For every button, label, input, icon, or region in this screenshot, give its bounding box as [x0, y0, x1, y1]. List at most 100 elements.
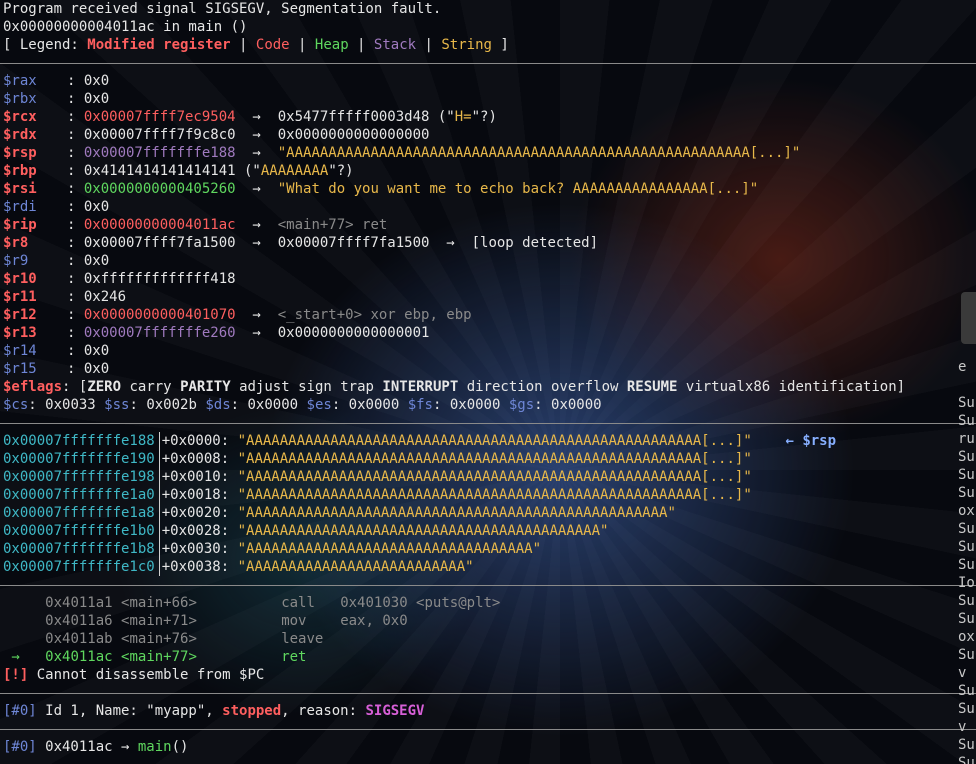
register-colon: :: [67, 325, 84, 341]
segment-value: 0x0000: [551, 397, 602, 413]
trace-line: [#0] 0x4011ac → main(): [3, 739, 189, 755]
register-value: →: [235, 217, 278, 233]
error-tag: [!]: [3, 667, 29, 683]
thread-state: stopped: [222, 703, 282, 719]
register-row: $r14: 0x0: [3, 342, 963, 360]
legend-heap: Heap: [314, 37, 349, 53]
code-current-arrow: [3, 631, 28, 647]
stack-offset: +0x0038: [161, 559, 221, 575]
register-row: $rdx: 0x00007ffff7f9c8c0 → 0x00000000000…: [3, 126, 963, 144]
register-name: $r8: [3, 235, 29, 251]
stack-row: 0x00007fffffffe1b8 +0x0030: "AAAAAAAAAAAA…: [3, 540, 542, 558]
stack-row: 0x00007fffffffe188 +0x0000: "AAAAAAAAAAAA…: [3, 432, 837, 450]
stack-value: "AAAAAAAAAAAAAAAAAAAAAAAAAAAAAAAAAAAAAAA…: [237, 469, 752, 485]
register-colon: :: [67, 253, 84, 269]
register-name: $rsp: [3, 145, 37, 161]
side-pane-line: Su: [958, 539, 975, 555]
register-colon: :: [67, 289, 84, 305]
register-name: $r10: [3, 271, 37, 287]
code-panel: 0x4011a1 <main+66> call 0x401030 <puts@p…: [3, 594, 963, 666]
eflag: overflow: [551, 379, 619, 395]
register-row: $rbx: 0x0: [3, 90, 963, 108]
segment-value: 0x0000: [449, 397, 501, 413]
side-pane-line: Su: [958, 647, 975, 663]
segment-name: $cs: [3, 397, 29, 413]
stack-offset: +0x0020: [161, 505, 221, 521]
register-colon: :: [67, 181, 84, 197]
register-colon: :: [67, 163, 84, 179]
segment-registers: $cs: 0x0033 $ss: 0x002b $ds: 0x0000 $es:…: [3, 397, 602, 413]
legend-open: [ Legend:: [3, 37, 88, 53]
register-row: $rdi: 0x0: [3, 198, 963, 216]
register-row: $rcx: 0x00007ffff7ec9504 → 0x5477fffff00…: [3, 108, 963, 126]
register-value: 0x00007fffffffe260: [83, 325, 236, 341]
legend-code: Code: [255, 37, 290, 53]
register-value: 0x00007ffff7f9c8c0 → 0x0000000000000000: [83, 127, 430, 143]
register-row: $rip: 0x00000000004011ac → <main+77> ret: [3, 216, 963, 234]
register-colon: :: [67, 199, 84, 215]
side-pane-line: v: [958, 719, 967, 735]
register-row: $r13: 0x00007fffffffe260 → 0x00000000000…: [3, 324, 963, 342]
thread-line: [#0] Id 1, Name: "myapp", stopped, reaso…: [3, 703, 425, 719]
gef-terminal-output: Program received signal SIGSEGV, Segment…: [0, 0, 976, 756]
register-row: $r8: 0x00007ffff7fa1500 → 0x00007ffff7fa…: [3, 234, 963, 252]
register-row: $rax: 0x0: [3, 72, 963, 90]
register-colon: :: [67, 235, 84, 251]
side-pane-line: ox: [958, 629, 975, 645]
register-value: <_start+0> xor ebp, ebp: [277, 307, 472, 323]
legend: [ Legend: Modified register | Code | Hea…: [3, 37, 509, 53]
stack-address: 0x00007fffffffe198: [3, 469, 155, 485]
register-row: $r12: 0x0000000000401070 → <_start+0> xo…: [3, 306, 963, 324]
section-divider-threads: [0, 684, 976, 702]
code-symbol: <main+71>: [121, 613, 282, 629]
stack-offset: +0x0008: [161, 451, 221, 467]
code-mnemonic: leave: [281, 631, 341, 647]
segment-value: 0x0000: [247, 397, 299, 413]
register-colon: :: [67, 217, 84, 233]
trace-index: [#0]: [3, 739, 37, 755]
side-pane-line: Su: [958, 611, 975, 627]
register-colon: :: [67, 73, 84, 89]
register-value: "?): [328, 163, 354, 179]
stack-row: 0x00007fffffffe1a8 +0x0020: "AAAAAAAAAAAA…: [3, 504, 676, 522]
register-value: 0x00007ffff7ec9504: [83, 109, 236, 125]
register-name: $rdx: [3, 127, 37, 143]
eflag: virtualx86: [685, 379, 771, 395]
side-pane-line: Su: [958, 683, 975, 699]
stack-address: 0x00007fffffffe190: [3, 451, 155, 467]
eflag: ZERO: [87, 379, 122, 395]
segment-value: 0x0000: [348, 397, 400, 413]
stack-note: ← $rsp: [785, 433, 837, 449]
eflag: direction: [466, 379, 543, 395]
stack-row: 0x00007fffffffe1a0 +0x0018: "AAAAAAAAAAAA…: [3, 486, 752, 504]
side-pane-line: e: [958, 359, 967, 375]
register-value: <main+77> ret: [277, 217, 388, 233]
side-pane-line: Su: [958, 737, 975, 753]
eflag: identification: [778, 379, 897, 395]
register-name: $rbp: [3, 163, 37, 179]
register-value: → 0x0000000000000001: [235, 325, 430, 341]
legend-stack: Stack: [373, 37, 417, 53]
side-panel-handle[interactable]: [961, 292, 976, 344]
code-symbol: <main+77>: [121, 649, 282, 665]
eflag: carry: [129, 379, 172, 395]
register-name: $r11: [3, 289, 37, 305]
stack-offset: +0x0010: [161, 469, 221, 485]
eflags-colon: :: [62, 379, 79, 395]
code-current-arrow: →: [3, 649, 29, 665]
segment-name: $es: [306, 397, 332, 413]
stack-divider: [158, 432, 160, 450]
stack-offset: +0x0000: [161, 433, 221, 449]
register-value: 0x0: [83, 73, 110, 89]
stack-divider: [158, 468, 160, 486]
side-pane-line: Su: [958, 395, 975, 411]
section-divider-trace: [0, 720, 976, 738]
register-colon: :: [67, 109, 84, 125]
side-pane-line: Io: [958, 575, 975, 591]
side-pane-line: [958, 376, 976, 394]
code-row: 0x4011a6 <main+71> mov eax, 0x0: [3, 612, 963, 630]
register-row: $r9: 0x0: [3, 252, 963, 270]
stack-divider: [158, 540, 160, 558]
stack-row: 0x00007fffffffe198 +0x0010: "AAAAAAAAAAAA…: [3, 468, 752, 486]
side-pane-line: Su: [958, 755, 975, 764]
